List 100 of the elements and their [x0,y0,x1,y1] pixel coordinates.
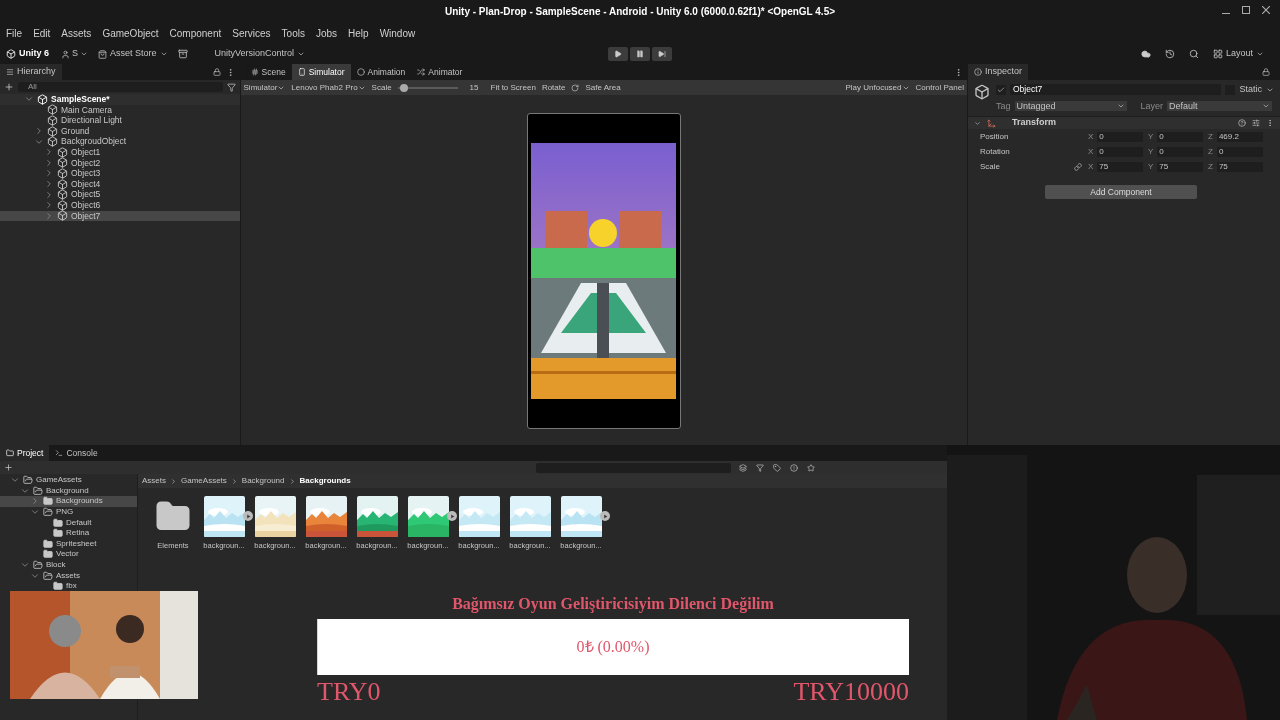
search-field[interactable]: All [18,82,223,92]
pause-button[interactable] [630,47,650,61]
more-icon[interactable] [954,67,963,77]
control-panel-button[interactable]: Control Panel [915,81,964,94]
folder-item[interactable]: fbx [0,580,137,592]
menu-item[interactable]: Tools [281,25,305,41]
folder-item[interactable]: Backgrounds [0,496,137,507]
scale-slider[interactable] [397,86,458,89]
number-field[interactable]: 0 [1097,132,1144,142]
hierarchy-item[interactable]: Object2 [0,157,240,169]
inspector-tab[interactable]: Inspector [968,64,1029,80]
add-icon[interactable] [4,82,14,92]
fit-to-screen-button[interactable]: Fit to Screen [490,81,536,94]
close-icon[interactable] [1262,6,1270,14]
archive-icon[interactable] [177,49,188,59]
number-field[interactable]: 75 [1097,162,1144,172]
folder-item[interactable]: Vector [0,549,137,560]
menu-item[interactable]: Services [232,25,271,41]
hierarchy-tab[interactable]: Hierarchy [0,64,62,80]
hierarchy-item[interactable]: Object1 [0,146,240,158]
panel-tab[interactable]: Project [0,445,50,461]
add-component-button[interactable]: Add Component [1045,185,1197,199]
hierarchy-item[interactable]: Directional Light [0,115,240,126]
view-tab[interactable]: Scene [244,64,292,80]
mode-dropdown[interactable]: Simulator [243,81,286,94]
number-field[interactable]: 0 [1216,147,1263,157]
asset-store-button[interactable]: Asset Store [98,47,168,61]
view-tab[interactable]: Animation [350,64,412,80]
breadcrumb-item[interactable]: Background [241,475,285,487]
number-field[interactable]: 0 [1097,147,1144,157]
step-button[interactable] [652,47,672,61]
folder-item[interactable]: Assets [0,570,137,581]
number-field[interactable]: 0 [1157,132,1204,142]
filter-icon[interactable] [226,82,236,92]
filter-type-icon[interactable] [739,463,747,472]
breadcrumb-item[interactable]: Assets [142,475,166,487]
hierarchy-item[interactable]: Object5 [0,189,240,200]
hierarchy-item[interactable]: Ground [0,125,240,137]
number-field[interactable]: 75 [1216,162,1263,172]
folder-item[interactable]: Spritesheet [0,538,137,550]
view-tab[interactable]: Simulator [291,64,351,80]
user-button[interactable]: S [61,47,89,61]
hierarchy-item[interactable]: SampleScene* [0,94,240,105]
folder-item[interactable]: PNG [0,506,137,518]
add-icon[interactable] [4,463,13,472]
folder-item[interactable]: Background [0,485,137,497]
menu-item[interactable]: Component [169,25,222,41]
number-field[interactable]: 469.2 [1216,132,1263,142]
menu-item[interactable]: Window [379,25,416,41]
folder-item[interactable]: Block [0,559,137,571]
version-control-button[interactable]: UnityVersionControl [214,47,306,61]
help-icon[interactable] [1238,119,1246,127]
menu-item[interactable]: GameObject [102,25,159,41]
hierarchy-item[interactable]: Object6 [0,199,240,211]
link-icon[interactable] [1074,163,1082,171]
account-button[interactable]: Unity 6 [6,47,49,61]
maximize-icon[interactable] [1242,6,1250,14]
cloud-icon[interactable] [1140,49,1151,59]
lock-icon[interactable] [1262,68,1270,76]
folder-item[interactable]: Default [0,517,137,528]
rotate-icon[interactable] [571,83,580,92]
filter-icon[interactable] [756,463,764,472]
panel-tab[interactable]: Console [49,445,104,461]
warning-icon[interactable] [790,463,798,472]
number-field[interactable]: 0 [1157,147,1204,157]
history-icon[interactable] [1164,49,1175,59]
presets-icon[interactable] [1252,119,1260,127]
safe-area-button[interactable]: Safe Area [585,81,621,94]
view-tab[interactable]: Animator [411,64,469,80]
device-dropdown[interactable]: Lenovo Phab2 Pro [291,81,366,94]
cube-icon [57,146,68,158]
more-icon[interactable] [1266,119,1274,127]
hierarchy-item[interactable]: Object7 [0,210,240,222]
breadcrumb-item[interactable]: GameAssets [181,475,227,487]
favorite-icon[interactable] [807,463,815,472]
rotate-button[interactable]: Rotate [541,81,566,94]
hierarchy-item[interactable]: Object3 [0,168,240,179]
active-checkbox[interactable] [996,84,1006,95]
lock-icon[interactable] [212,68,221,76]
breadcrumb-item[interactable]: Backgrounds [299,475,351,487]
menu-item[interactable]: Help [348,25,369,41]
menu-item[interactable]: File [6,25,23,41]
search-icon[interactable] [1188,49,1199,59]
menu-item[interactable]: Jobs [315,25,338,41]
number-field[interactable]: 75 [1157,162,1204,172]
folder-item[interactable]: Retina [0,527,137,539]
name-field[interactable]: Object7 [1010,84,1222,96]
cube-icon [974,84,990,100]
layer-dropdown[interactable]: Default [1167,101,1272,112]
folder-item[interactable]: GameAssets [0,475,137,486]
menu-item[interactable]: Assets [61,25,92,41]
label-icon[interactable] [773,463,781,472]
hierarchy-item[interactable]: BackgroudObject [0,136,240,147]
hierarchy-item[interactable]: Object4 [0,178,240,190]
layout-button[interactable]: Layout [1212,47,1264,61]
hierarchy-item[interactable]: Main Camera [0,104,240,116]
tag-dropdown[interactable]: Untagged [1014,101,1127,112]
menu-item[interactable]: Edit [33,25,51,41]
play-button[interactable] [608,47,628,61]
play-mode-dropdown[interactable]: Play Unfocused [845,81,910,94]
